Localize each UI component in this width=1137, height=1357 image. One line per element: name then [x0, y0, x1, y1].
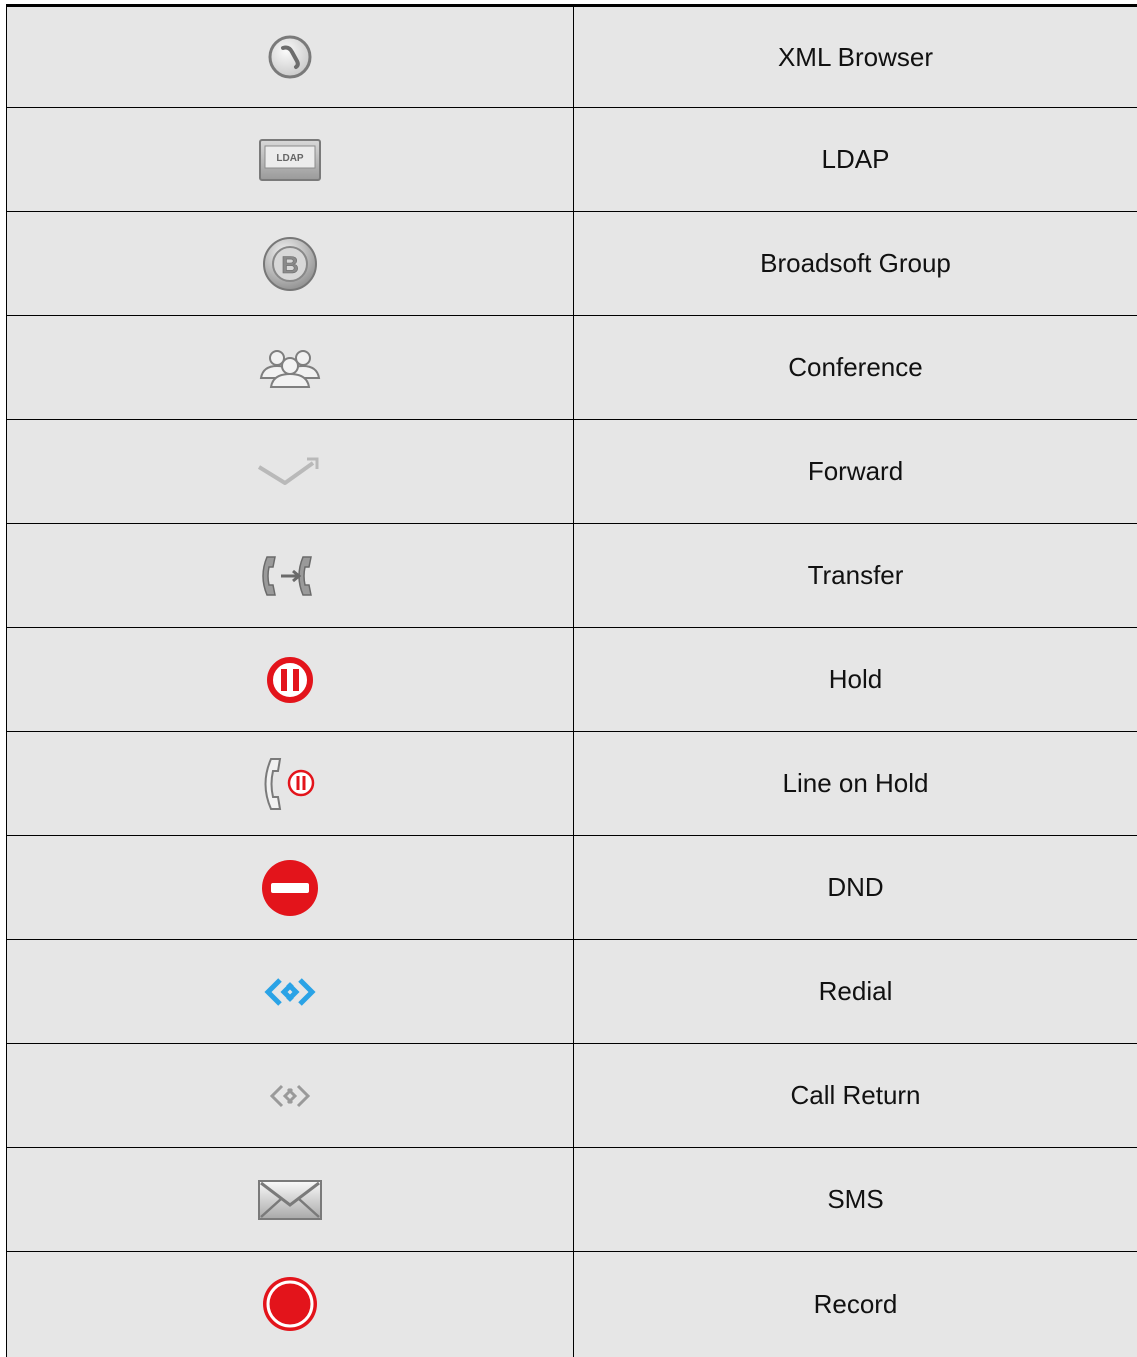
table-row: Redial	[7, 940, 1137, 1044]
hold-icon	[267, 657, 313, 703]
record-icon	[261, 1275, 319, 1333]
icon-cell: LDAP	[7, 108, 574, 212]
row-label: Redial	[574, 940, 1137, 1044]
dnd-icon	[261, 859, 319, 917]
row-label: Conference	[574, 316, 1137, 420]
icon-cell	[7, 524, 574, 628]
redial-icon	[262, 976, 318, 1008]
icon-cell: B	[7, 212, 574, 316]
icon-cell	[7, 732, 574, 836]
table-row: Hold	[7, 628, 1137, 732]
row-label: Call Return	[574, 1044, 1137, 1148]
icon-legend-table: XML Browser LDAP LDAP B	[6, 4, 1137, 1357]
table-row: Line on Hold	[7, 732, 1137, 836]
ldap-icon: LDAP	[258, 138, 322, 182]
broadsoft-group-icon: B	[262, 236, 318, 292]
row-label: Broadsoft Group	[574, 212, 1137, 316]
icon-cell	[7, 316, 574, 420]
table-row: Conference	[7, 316, 1137, 420]
row-label: Record	[574, 1252, 1137, 1357]
row-label: Line on Hold	[574, 732, 1137, 836]
forward-icon	[257, 455, 323, 489]
icon-cell	[7, 628, 574, 732]
table-row: Record	[7, 1252, 1137, 1357]
icon-cell	[7, 6, 574, 108]
table-row: XML Browser	[7, 6, 1137, 108]
svg-text:LDAP: LDAP	[276, 153, 304, 164]
table-row: Transfer	[7, 524, 1137, 628]
table-row: LDAP LDAP	[7, 108, 1137, 212]
row-label: LDAP	[574, 108, 1137, 212]
icon-cell	[7, 1252, 574, 1357]
row-label: XML Browser	[574, 6, 1137, 108]
line-on-hold-icon	[257, 755, 323, 813]
sms-icon	[257, 1177, 323, 1223]
transfer-icon	[257, 553, 323, 599]
icon-cell	[7, 836, 574, 940]
icon-cell	[7, 1148, 574, 1252]
row-label: Transfer	[574, 524, 1137, 628]
icon-cell	[7, 940, 574, 1044]
icon-cell	[7, 420, 574, 524]
table-row: SMS	[7, 1148, 1137, 1252]
table-row: B Broadsoft Group	[7, 212, 1137, 316]
svg-text:B: B	[281, 252, 298, 279]
icon-cell	[7, 1044, 574, 1148]
xml-browser-icon	[267, 34, 313, 80]
row-label: Hold	[574, 628, 1137, 732]
table-row: DND	[7, 836, 1137, 940]
conference-icon	[257, 348, 323, 388]
row-label: DND	[574, 836, 1137, 940]
table-row: Call Return	[7, 1044, 1137, 1148]
row-label: Forward	[574, 420, 1137, 524]
call-return-icon	[266, 1082, 314, 1110]
row-label: SMS	[574, 1148, 1137, 1252]
table-row: Forward	[7, 420, 1137, 524]
